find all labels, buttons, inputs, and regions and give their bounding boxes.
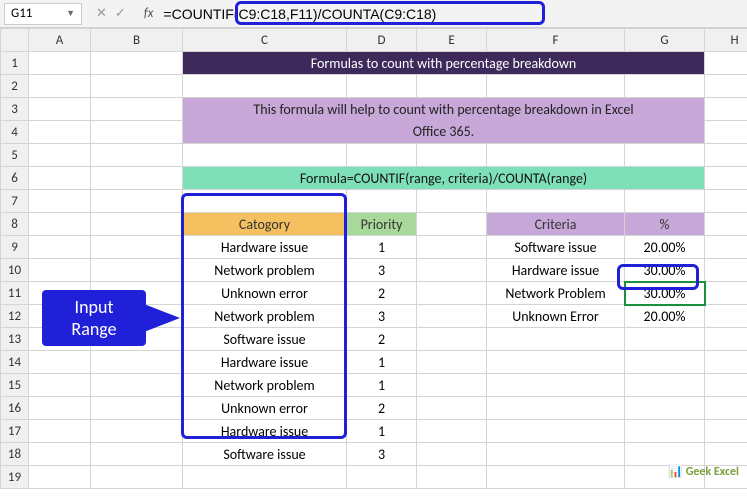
row-header[interactable]: 10 (1, 259, 29, 282)
cell[interactable]: 1 (347, 351, 417, 374)
col-header[interactable]: A (29, 29, 91, 52)
cell[interactable]: 3 (347, 443, 417, 466)
cell[interactable]: Hardware issue (183, 236, 347, 259)
col-header[interactable]: F (487, 29, 625, 52)
name-box-value: G11 (11, 6, 32, 21)
cell[interactable]: Network problem (183, 259, 347, 282)
cell[interactable]: 2 (347, 397, 417, 420)
row-header[interactable]: 15 (1, 374, 29, 397)
cell[interactable]: 1 (347, 236, 417, 259)
formula-bar: G11 ▼ ✕ ✓ fx (0, 0, 747, 28)
formula-bar-icons: ✕ ✓ fx (96, 6, 159, 21)
cell[interactable]: 1 (347, 374, 417, 397)
cell[interactable]: Unknown error (183, 282, 347, 305)
subtitle-cell[interactable]: This formula will help to count with per… (183, 98, 705, 121)
cell[interactable]: 30.00% (625, 259, 705, 282)
row-header[interactable]: 8 (1, 213, 29, 236)
cell[interactable]: Software issue (487, 236, 625, 259)
spreadsheet-grid[interactable]: A B C D E F G H 1 Formulas to count with … (0, 28, 747, 489)
title-cell[interactable]: Formulas to count with percentage breakd… (183, 52, 705, 75)
cell[interactable]: Software issue (183, 443, 347, 466)
row-header[interactable]: 14 (1, 351, 29, 374)
select-all-corner[interactable] (1, 29, 29, 52)
col-header[interactable]: B (91, 29, 183, 52)
formula-input[interactable] (159, 3, 747, 25)
row-header[interactable]: 17 (1, 420, 29, 443)
row-header[interactable]: 9 (1, 236, 29, 259)
cell[interactable]: 20.00% (625, 236, 705, 259)
row-header[interactable]: 16 (1, 397, 29, 420)
col-header[interactable]: G (625, 29, 705, 52)
col-header[interactable]: H (705, 29, 747, 52)
row-header[interactable]: 6 (1, 167, 29, 190)
cell[interactable]: Hardware issue (487, 259, 625, 282)
row-header[interactable]: 1 (1, 52, 29, 75)
subtitle-cell[interactable]: Office 365. (183, 121, 705, 144)
header-category[interactable]: Catogory (183, 213, 347, 236)
watermark: 📊 Geek Excel (668, 464, 739, 479)
active-cell[interactable]: 30.00% (625, 282, 705, 305)
cell[interactable]: 3 (347, 259, 417, 282)
name-box[interactable]: G11 ▼ (4, 3, 82, 25)
cell[interactable]: 2 (347, 282, 417, 305)
row-header[interactable]: 13 (1, 328, 29, 351)
cell[interactable]: Network problem (183, 305, 347, 328)
cell[interactable]: 20.00% (625, 305, 705, 328)
header-criteria[interactable]: Criteria (487, 213, 625, 236)
col-header[interactable]: D (347, 29, 417, 52)
row-header[interactable]: 7 (1, 190, 29, 213)
cell[interactable]: Software issue (183, 328, 347, 351)
callout-line2: Range (46, 318, 142, 340)
row-header[interactable]: 12 (1, 305, 29, 328)
cell[interactable]: 1 (347, 420, 417, 443)
cell[interactable]: Hardware issue (183, 351, 347, 374)
cell[interactable]: Unknown Error (487, 305, 625, 328)
row-header[interactable]: 3 (1, 98, 29, 121)
formula-text-cell[interactable]: Formula=COUNTIF(range, criteria)/COUNTA(… (183, 167, 705, 190)
cell[interactable]: Unknown error (183, 397, 347, 420)
row-header[interactable]: 11 (1, 282, 29, 305)
col-header[interactable]: E (417, 29, 487, 52)
cell[interactable]: 3 (347, 305, 417, 328)
column-headers: A B C D E F G H (1, 29, 747, 52)
accept-icon[interactable]: ✓ (115, 6, 126, 21)
fx-icon[interactable]: fx (144, 6, 154, 21)
row-header[interactable]: 18 (1, 443, 29, 466)
cancel-icon[interactable]: ✕ (96, 6, 107, 21)
header-percent[interactable]: % (625, 213, 705, 236)
chevron-down-icon[interactable]: ▼ (66, 8, 75, 19)
row-header[interactable]: 4 (1, 121, 29, 144)
cell[interactable]: Hardware issue (183, 420, 347, 443)
cell[interactable]: 2 (347, 328, 417, 351)
input-range-callout: Input Range (42, 290, 146, 346)
callout-line1: Input (46, 296, 142, 318)
row-header[interactable]: 19 (1, 466, 29, 489)
row-header[interactable]: 5 (1, 144, 29, 167)
cell[interactable]: Network Problem (487, 282, 625, 305)
row-header[interactable]: 2 (1, 75, 29, 98)
header-priority[interactable]: Priority (347, 213, 417, 236)
col-header[interactable]: C (183, 29, 347, 52)
cell[interactable]: Network problem (183, 374, 347, 397)
